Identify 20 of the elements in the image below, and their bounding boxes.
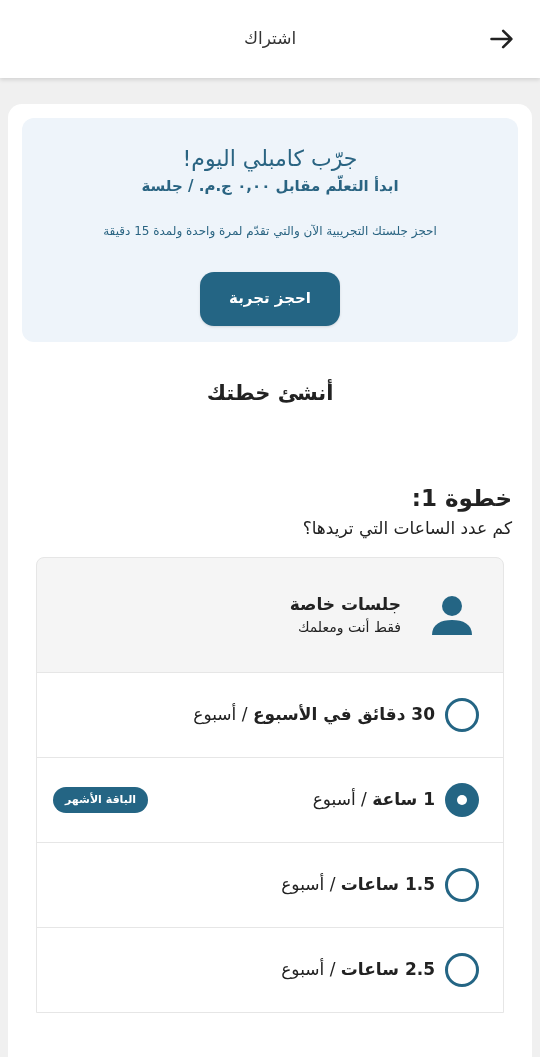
book-trial-button[interactable]: احجز تجربة <box>200 271 340 326</box>
plan-option[interactable]: 2.5 ساعات / أسبوع <box>37 927 503 1012</box>
step-heading: خطوة 1: <box>411 484 512 514</box>
option-label: 1.5 ساعات / أسبوع <box>281 872 435 897</box>
section-heading: أنشئ خطتك <box>206 380 334 405</box>
trial-title: جرّب كامبلي اليوم! <box>182 145 358 174</box>
popular-badge: الباقة الأشهر <box>53 786 149 814</box>
step-question: كم عدد الساعات التي تريدها؟ <box>302 516 512 541</box>
option-label: 1 ساعة / أسبوع <box>312 787 435 812</box>
trial-subtitle: ابدأ التعلّم مقابل ٠,٠٠ ج.م. / جلسة <box>141 175 399 197</box>
plan-option[interactable]: 1 ساعة / أسبوع الباقة الأشهر <box>37 757 503 842</box>
plan-option[interactable]: 30 دقائق في الأسبوع / أسبوع <box>37 672 503 757</box>
session-type-subtitle: فقط أنت ومعلمك <box>296 617 401 638</box>
trial-description: احجز جلستك التجريبية الآن والتي تقدّم لمرة واحدة ولمدة 15 دقيقة <box>103 222 437 240</box>
plan-option[interactable]: 1.5 ساعات / أسبوع <box>37 842 503 927</box>
page-title: اشتراك <box>243 27 297 51</box>
option-label: 30 دقائق في الأسبوع / أسبوع <box>193 702 435 727</box>
person-icon <box>431 595 473 635</box>
session-type-title: جلسات خاصة <box>289 592 401 616</box>
option-label: 2.5 ساعات / أسبوع <box>281 957 435 982</box>
